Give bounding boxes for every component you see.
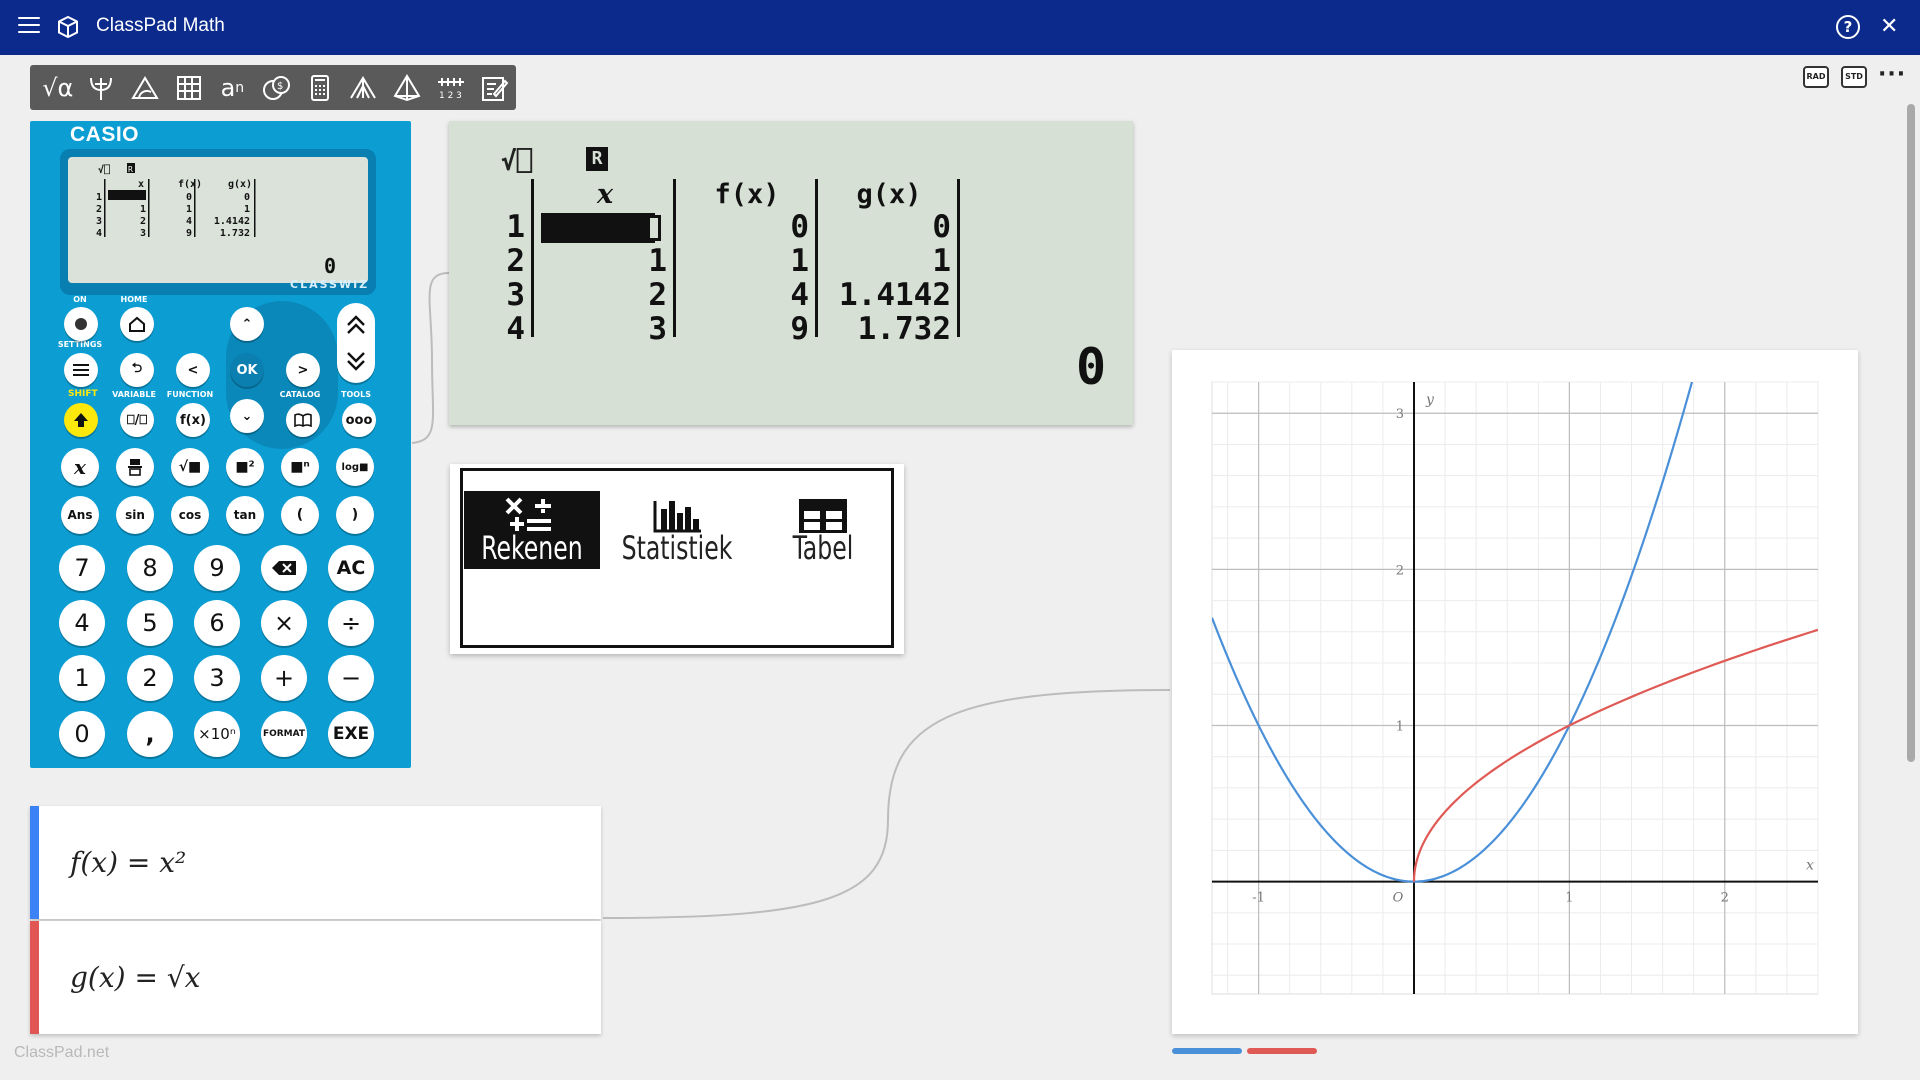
x-axis-label: x — [1806, 858, 1814, 874]
cell-g: 1.732 — [857, 311, 951, 347]
table-divider — [957, 179, 960, 337]
selected-cell-cursor[interactable] — [541, 213, 655, 243]
display-result: 0 — [1076, 338, 1107, 396]
text-cursor — [647, 215, 661, 241]
graph-tab-g[interactable] — [1247, 1048, 1317, 1054]
table-divider — [815, 179, 818, 337]
expression-card-f[interactable]: f(x) = x² — [30, 806, 601, 919]
col-header-f: f(x) — [714, 179, 780, 210]
menu-label-rekenen: Rekenen — [481, 529, 583, 567]
row-index: 2 — [506, 243, 525, 279]
cell-x[interactable]: 3 — [545, 311, 667, 347]
mode-menu: Rekenen Statistiek Tabel — [460, 468, 894, 648]
expression-color-bar — [30, 806, 39, 919]
row-index: 3 — [506, 277, 525, 313]
row-index: 1 — [506, 209, 525, 245]
x-tick-label: 1 — [1565, 891, 1573, 906]
x-tick-label: O — [1393, 891, 1404, 906]
y-tick-label: 3 — [1396, 407, 1404, 422]
cell-f: 9 — [790, 311, 809, 347]
expression-f[interactable]: f(x) = x² — [70, 846, 186, 879]
menu-item-tabel[interactable]: Tabel — [755, 491, 891, 569]
menu-item-rekenen[interactable]: Rekenen — [464, 491, 600, 569]
cell-f: 4 — [790, 277, 809, 313]
cell-f: 0 — [790, 209, 809, 245]
expression-color-bar — [30, 921, 39, 1034]
menu-label-tabel: Tabel — [792, 529, 854, 567]
col-header-g: g(x) — [856, 179, 922, 210]
cell-f: 1 — [790, 243, 809, 279]
expression-g[interactable]: g(x) = √x — [70, 961, 200, 994]
cell-g: 1.4142 — [839, 277, 951, 313]
menu-label-statistiek: Statistiek — [621, 529, 733, 567]
cell-g: 0 — [932, 209, 951, 245]
graph-plot[interactable]: -1 O 1 2 1 2 3 x y — [1172, 350, 1858, 1034]
math-mode-icon: √⎕ — [501, 147, 533, 177]
menu-item-statistiek[interactable]: Statistiek — [609, 491, 745, 569]
mode-menu-window: Rekenen Statistiek Tabel — [450, 464, 904, 654]
col-header-x: x — [596, 179, 614, 210]
row-index: 4 — [506, 311, 525, 347]
table-divider — [531, 179, 534, 337]
table-divider — [673, 179, 676, 337]
cell-x[interactable]: 2 — [545, 277, 667, 313]
y-tick-label: 2 — [1396, 563, 1404, 578]
y-tick-label: 1 — [1396, 719, 1404, 734]
cell-x[interactable]: 1 — [545, 243, 667, 279]
watermark: ClassPad.net — [14, 1044, 110, 1061]
x-tick-label: 2 — [1721, 891, 1729, 906]
y-axis-label: y — [1425, 392, 1435, 408]
radian-indicator-icon: R — [586, 147, 608, 171]
graph-tab-f[interactable] — [1172, 1048, 1242, 1054]
cell-g: 1 — [932, 243, 951, 279]
expression-card-g[interactable]: g(x) = √x — [30, 921, 601, 1034]
graph-card[interactable]: -1 O 1 2 1 2 3 x y — [1172, 350, 1858, 1034]
x-tick-label: -1 — [1252, 891, 1265, 906]
calculator-display: √⎕ R x f(x) g(x) 1 2 3 4 1 2 3 0 1 4 9 0… — [449, 121, 1133, 425]
